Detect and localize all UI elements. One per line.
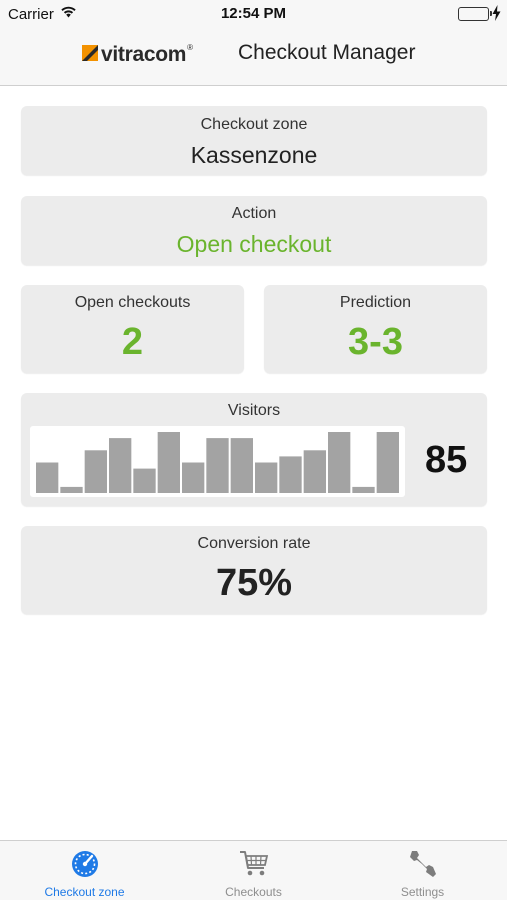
checkout-zone-value: Kassenzone bbox=[190, 142, 318, 168]
conversion-rate-label: Conversion rate bbox=[197, 535, 311, 552]
speedometer-icon bbox=[0, 849, 169, 882]
vitracom-logo: vitracom ® bbox=[82, 42, 193, 68]
visitors-chart-svg bbox=[36, 432, 399, 493]
conversion-rate-card: Conversion rate 75% bbox=[21, 526, 487, 614]
visitors-bar bbox=[60, 486, 83, 493]
checkout-zone-card: Checkout zone Kassenzone bbox=[21, 106, 487, 175]
visitors-count: 85 bbox=[425, 439, 468, 481]
checkout-zone-label: Checkout zone bbox=[200, 116, 308, 133]
tab-bar: Checkout zone Checkouts Settings bbox=[0, 840, 507, 900]
visitors-bar bbox=[157, 432, 180, 493]
visitors-bar bbox=[133, 468, 156, 493]
nav-header: vitracom ® Checkout Manager bbox=[0, 28, 507, 86]
tab-checkouts-label: Checkouts bbox=[225, 885, 282, 899]
visitors-label: Visitors bbox=[227, 402, 281, 419]
tab-checkout-zone[interactable]: Checkout zone bbox=[0, 841, 169, 900]
action-label: Action bbox=[231, 205, 277, 222]
cart-icon bbox=[169, 849, 338, 882]
visitors-chart bbox=[30, 426, 405, 497]
tab-settings-label: Settings bbox=[400, 885, 445, 899]
open-checkouts-card: Open checkouts 2 bbox=[21, 285, 244, 373]
action-card[interactable]: Action Open checkout bbox=[21, 196, 487, 265]
visitors-bar bbox=[36, 462, 59, 493]
visitors-bar bbox=[230, 438, 253, 493]
tab-checkout-zone-label: Checkout zone bbox=[44, 885, 125, 899]
tab-checkouts[interactable]: Checkouts bbox=[169, 841, 338, 900]
battery-icon bbox=[458, 7, 492, 21]
status-bar: Carrier 12:54 PM bbox=[0, 0, 507, 28]
visitors-bar bbox=[303, 450, 326, 493]
visitors-card: Visitors 85 bbox=[21, 393, 487, 506]
visitors-bar bbox=[352, 486, 375, 493]
visitors-bar bbox=[206, 438, 229, 493]
action-value: Open checkout bbox=[176, 231, 332, 257]
charging-bolt-icon bbox=[492, 5, 501, 26]
conversion-rate-value: 75% bbox=[215, 562, 293, 604]
visitors-bar bbox=[255, 462, 278, 493]
logo-text: vitracom bbox=[101, 43, 187, 66]
prediction-label: Prediction bbox=[339, 294, 412, 311]
tab-settings[interactable]: Settings bbox=[338, 841, 507, 900]
page-title: Checkout Manager bbox=[238, 41, 416, 64]
clock: 12:54 PM bbox=[220, 5, 287, 22]
visitors-bar bbox=[328, 432, 351, 493]
open-checkouts-label: Open checkouts bbox=[74, 294, 191, 311]
visitors-bar bbox=[182, 462, 205, 493]
logo-registered-mark: ® bbox=[187, 42, 194, 52]
visitors-bar bbox=[279, 456, 302, 493]
wrench-icon bbox=[338, 849, 507, 884]
logo-mark-icon bbox=[82, 44, 98, 66]
prediction-value: 3-3 bbox=[348, 321, 403, 363]
visitors-bar bbox=[376, 432, 399, 493]
prediction-card: Prediction 3-3 bbox=[264, 285, 487, 373]
open-checkouts-value: 2 bbox=[121, 321, 144, 363]
visitors-bar bbox=[84, 450, 107, 493]
visitors-bar bbox=[109, 438, 132, 493]
